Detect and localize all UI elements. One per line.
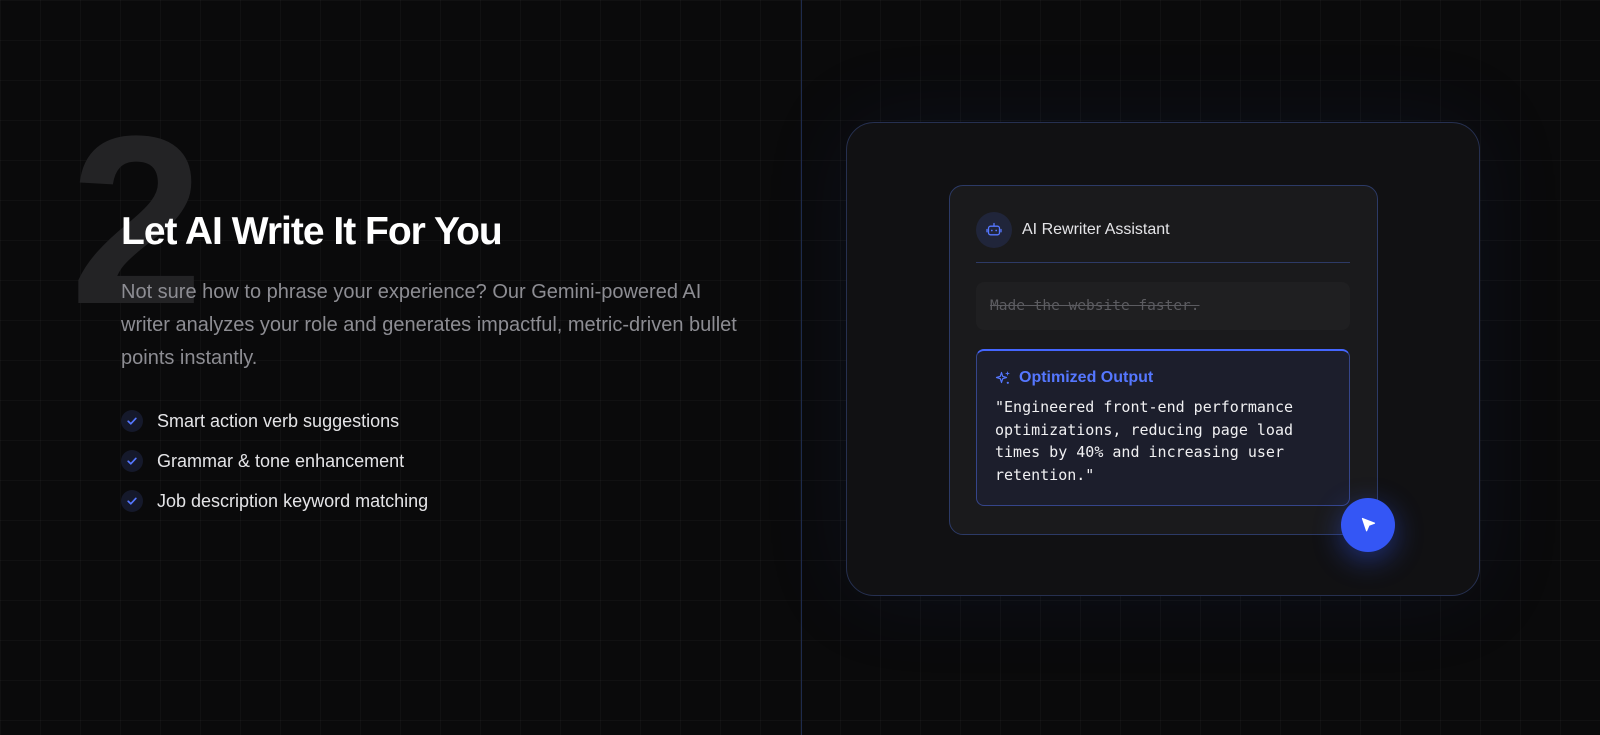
optimized-output-box: Optimized Output "Engineered front-end p…	[976, 349, 1350, 506]
output-text: "Engineered front-end performance optimi…	[995, 398, 1294, 484]
feature-label: Grammar & tone enhancement	[157, 450, 405, 471]
feature-item: Smart action verb suggestions	[121, 401, 428, 441]
sparkle-icon	[995, 371, 1010, 384]
original-text: Made the website faster.	[990, 298, 1200, 314]
feature-item: Grammar & tone enhancement	[121, 441, 428, 481]
feature-label: Smart action verb suggestions	[157, 410, 400, 431]
section-divider	[801, 0, 802, 735]
check-icon	[121, 450, 143, 472]
original-text-box: Made the website faster.	[976, 282, 1350, 330]
check-icon	[121, 490, 143, 512]
section-description: Not sure how to phrase your experience? …	[121, 281, 737, 369]
robot-icon	[976, 212, 1012, 248]
assistant-header: AI Rewriter Assistant	[976, 212, 1170, 248]
cursor-icon	[1361, 517, 1376, 532]
assistant-title: AI Rewriter Assistant	[1022, 221, 1170, 238]
section-headline: Let AI Write It For You	[121, 210, 503, 253]
cursor-action-button[interactable]	[1341, 498, 1395, 552]
header-divider	[976, 262, 1350, 263]
check-icon	[121, 410, 143, 432]
output-label: Optimized Output	[1019, 369, 1154, 386]
page: 2 Let AI Write It For You Not sure how t…	[0, 0, 1600, 735]
feature-label: Job description keyword matching	[157, 490, 429, 511]
feature-list: Smart action verb suggestions Grammar & …	[121, 401, 428, 521]
output-header: Optimized Output	[995, 369, 1331, 387]
feature-item: Job description keyword matching	[121, 481, 428, 521]
